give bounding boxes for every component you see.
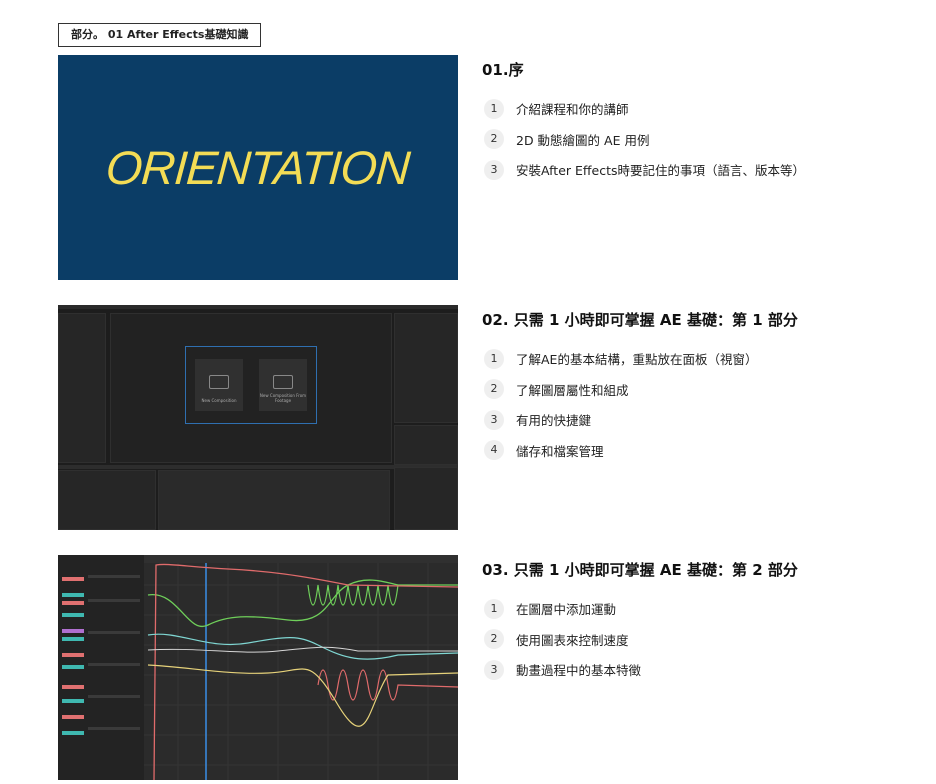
topic-item: 4 儲存和檔案管理 — [482, 440, 912, 461]
topic-item: 3 安裝After Effects時要記住的事項（語言、版本等） — [482, 159, 912, 180]
topic-number: 3 — [484, 409, 504, 430]
topic-text: 動畫過程中的基本特徵 — [516, 663, 642, 678]
topic-item: 1 介紹課程和你的講師 — [482, 98, 912, 119]
lesson-1[interactable]: ORIENTATION 01.序 1 介紹課程和你的講師 2 2D 動態繪圖的 AE… — [58, 55, 918, 280]
lesson-2[interactable]: New Composition New Composition From Foo… — [58, 305, 918, 530]
lesson-3-info: 03. 只需 1 小時即可掌握 AE 基礎：第 2 部分 1 在圖層中添加運動 2… — [482, 557, 912, 690]
topic-text: 安裝After Effects時要記住的事項（語言、版本等） — [516, 163, 805, 178]
topic-item: 1 了解AE的基本結構，重點放在面板（視窗） — [482, 348, 912, 369]
topic-text: 使用圖表來控制速度 — [516, 632, 629, 648]
graph-editor-screenshot — [58, 555, 458, 780]
topic-number: 2 — [484, 629, 504, 649]
footage-icon — [273, 375, 293, 389]
lesson-topics: 1 了解AE的基本結構，重點放在面板（視窗） 2 了解圖層屬性和組成 3 有用的快捷鍵… — [482, 348, 912, 461]
topic-text: 儲存和檔案管理 — [516, 443, 604, 459]
topic-number: 3 — [484, 159, 504, 180]
lesson-3[interactable]: 03. 只需 1 小時即可掌握 AE 基礎：第 2 部分 1 在圖層中添加運動 2… — [58, 555, 918, 780]
lesson-title: 02. 只需 1 小時即可掌握 AE 基礎：第 1 部分 — [482, 311, 798, 329]
curve-red — [153, 563, 458, 780]
ae-layer-list — [58, 470, 156, 530]
topic-text: 了解AE的基本結構，重點放在面板（視窗） — [516, 352, 758, 367]
topic-number: 1 — [484, 598, 504, 619]
new-composition-footage-caption: New Composition From Footage — [259, 393, 307, 403]
orientation-title-graphic: ORIENTATION — [104, 141, 412, 194]
topic-number: 2 — [484, 129, 504, 149]
curve-yellow — [147, 664, 458, 727]
lesson-topics: 1 在圖層中添加運動 2 使用圖表來控制速度 3 動畫過程中的基本特徵 — [482, 598, 912, 680]
new-composition-footage-card: New Composition From Footage — [259, 359, 307, 411]
graph-header — [144, 555, 458, 563]
lesson-title: 01.序 — [482, 61, 524, 79]
topic-item: 1 在圖層中添加運動 — [482, 598, 912, 619]
ae-project-panel — [58, 313, 106, 463]
ae-info-panel — [394, 313, 458, 423]
new-composition-card: New Composition — [195, 359, 243, 411]
topic-number: 1 — [484, 98, 504, 119]
curve-green — [147, 579, 458, 628]
topic-item: 2 了解圖層屬性和組成 — [482, 379, 912, 400]
lesson-3-thumbnail[interactable] — [58, 555, 458, 780]
topic-number: 1 — [484, 348, 504, 369]
topic-number: 4 — [484, 440, 504, 460]
lesson-topics: 1 介紹課程和你的講師 2 2D 動態繪圖的 AE 用例 3 安裝After Effe… — [482, 98, 912, 180]
topic-text: 在圖層中添加運動 — [516, 602, 617, 617]
ae-character-panel — [394, 425, 458, 465]
topic-number: 2 — [484, 379, 504, 399]
topic-item: 3 動畫過程中的基本特徵 — [482, 659, 912, 680]
topic-text: 有用的快捷鍵 — [516, 413, 592, 428]
ae-effects-panel — [394, 467, 458, 530]
topic-text: 介紹課程和你的講師 — [516, 102, 629, 117]
lesson-title: 03. 只需 1 小時即可掌握 AE 基礎：第 2 部分 — [482, 561, 798, 579]
lesson-2-thumbnail[interactable]: New Composition New Composition From Foo… — [58, 305, 458, 530]
lesson-1-thumbnail[interactable]: ORIENTATION — [58, 55, 458, 280]
curve-cyan — [147, 633, 458, 660]
curve-white — [147, 646, 458, 653]
curve-green-oscillation — [307, 584, 399, 606]
lesson-2-info: 02. 只需 1 小時即可掌握 AE 基礎：第 1 部分 1 了解AE的基本結構，… — [482, 307, 912, 470]
new-composition-caption: New Composition — [201, 398, 237, 403]
topic-item: 2 使用圖表來控制速度 — [482, 629, 912, 650]
ae-menu-bar — [58, 305, 458, 309]
topic-text: 了解圖層屬性和組成 — [516, 382, 629, 398]
ae-timeline — [158, 470, 390, 530]
topic-number: 3 — [484, 659, 504, 680]
topic-item: 2 2D 動態繪圖的 AE 用例 — [482, 129, 912, 150]
topic-text: 2D 動態繪圖的 AE 用例 — [516, 132, 650, 148]
composition-icon — [209, 375, 229, 389]
section-label: 部分。 01 After Effects基礎知識 — [58, 23, 262, 47]
lesson-1-info: 01.序 1 介紹課程和你的講師 2 2D 動態繪圖的 AE 用例 3 安裝After… — [482, 57, 912, 190]
graph-grid — [144, 555, 458, 780]
topic-item: 3 有用的快捷鍵 — [482, 409, 912, 430]
